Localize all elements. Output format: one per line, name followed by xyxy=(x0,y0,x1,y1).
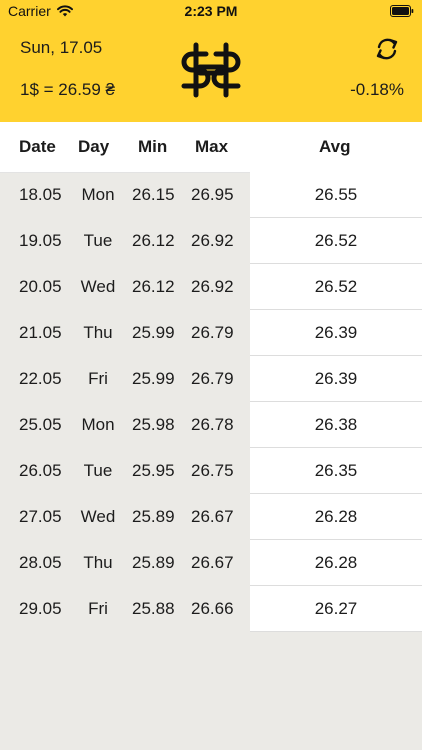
exchange-rate: 1$ = 26.59 ₴ xyxy=(20,80,116,99)
header-bar: Carrier 2:23 PM Sun, 17.05 1$ = 26.59 ₴ … xyxy=(0,0,422,122)
avg-cell: 26.55 xyxy=(250,172,422,218)
date-cell: 25.05 xyxy=(19,415,62,434)
day-cell: Mon xyxy=(81,185,115,204)
max-cell: 26.92 xyxy=(191,231,234,250)
max-cell: 26.66 xyxy=(191,599,234,618)
column-header-day: Day xyxy=(78,137,110,156)
min-cell: 25.89 xyxy=(132,507,175,526)
date-cell: 28.05 xyxy=(19,553,62,572)
avg-cell: 26.27 xyxy=(250,586,422,632)
day-cell: Thu xyxy=(83,553,113,572)
table-row[interactable]: 20.05 Wed 26.12 26.92 26.52 xyxy=(0,264,422,310)
column-header-avg: Avg xyxy=(319,137,351,156)
date-cell: 26.05 xyxy=(19,461,62,480)
date-cell: 27.05 xyxy=(19,507,62,526)
avg-cell: 26.38 xyxy=(250,402,422,448)
table-row[interactable]: 29.05 Fri 25.88 26.66 26.27 xyxy=(0,586,422,632)
date-cell: 19.05 xyxy=(19,231,62,250)
max-cell: 26.67 xyxy=(191,507,234,526)
min-cell: 26.15 xyxy=(132,185,175,204)
day-cell: Tue xyxy=(83,461,113,480)
day-cell: Thu xyxy=(83,323,113,342)
min-cell: 25.98 xyxy=(132,415,175,434)
max-cell: 26.78 xyxy=(191,415,234,434)
day-cell: Tue xyxy=(83,231,113,250)
max-cell: 26.67 xyxy=(191,553,234,572)
min-cell: 25.88 xyxy=(132,599,175,618)
avg-cell: 26.52 xyxy=(250,218,422,264)
column-header-min: Min xyxy=(138,137,168,156)
status-time: 2:23 PM xyxy=(184,3,238,19)
refresh-icon[interactable] xyxy=(374,36,400,62)
day-cell: Mon xyxy=(81,415,115,434)
day-cell: Fri xyxy=(88,369,108,388)
date-cell: 20.05 xyxy=(19,277,62,296)
current-date: Sun, 17.05 xyxy=(20,38,103,57)
avg-cell: 26.52 xyxy=(250,264,422,310)
table-row[interactable]: 19.05 Tue 26.12 26.92 26.52 xyxy=(0,218,422,264)
day-cell: Wed xyxy=(80,277,116,296)
avg-cell: 26.28 xyxy=(250,540,422,586)
table-row[interactable]: 21.05 Thu 25.99 26.79 26.39 xyxy=(0,310,422,356)
battery-icon xyxy=(390,5,414,17)
table-row[interactable]: 25.05 Mon 25.98 26.78 26.38 xyxy=(0,402,422,448)
rate-change: -0.18% xyxy=(350,80,404,99)
table-row[interactable]: 18.05 Mon 26.15 26.95 26.55 xyxy=(0,172,422,218)
column-header-max: Max xyxy=(195,137,229,156)
dollar-hryvnia-logo-icon xyxy=(181,42,241,98)
column-header-date: Date xyxy=(19,137,56,156)
min-cell: 26.12 xyxy=(132,277,175,296)
status-bar: Carrier 2:23 PM xyxy=(0,0,422,22)
max-cell: 26.75 xyxy=(191,461,234,480)
table-header: Date Day Min Max Avg xyxy=(0,122,422,173)
day-cell: Wed xyxy=(80,507,116,526)
date-cell: 22.05 xyxy=(19,369,62,388)
max-cell: 26.79 xyxy=(191,323,234,342)
table-row[interactable]: 22.05 Fri 25.99 26.79 26.39 xyxy=(0,356,422,402)
date-cell: 21.05 xyxy=(19,323,62,342)
avg-cell: 26.39 xyxy=(250,310,422,356)
date-cell: 18.05 xyxy=(19,185,62,204)
min-cell: 25.89 xyxy=(132,553,175,572)
table-row[interactable]: 27.05 Wed 25.89 26.67 26.28 xyxy=(0,494,422,540)
table-row[interactable]: 26.05 Tue 25.95 26.75 26.35 xyxy=(0,448,422,494)
max-cell: 26.95 xyxy=(191,185,234,204)
min-cell: 25.95 xyxy=(132,461,175,480)
min-cell: 26.12 xyxy=(132,231,175,250)
day-cell: Fri xyxy=(88,599,108,618)
min-cell: 25.99 xyxy=(132,323,175,342)
max-cell: 26.92 xyxy=(191,277,234,296)
min-cell: 25.99 xyxy=(132,369,175,388)
forecast-table: 18.05 Mon 26.15 26.95 26.55 19.05 Tue 26… xyxy=(0,172,422,632)
avg-cell: 26.39 xyxy=(250,356,422,402)
table-row[interactable]: 28.05 Thu 25.89 26.67 26.28 xyxy=(0,540,422,586)
date-cell: 29.05 xyxy=(19,599,62,618)
avg-cell: 26.28 xyxy=(250,494,422,540)
max-cell: 26.79 xyxy=(191,369,234,388)
avg-cell: 26.35 xyxy=(250,448,422,494)
